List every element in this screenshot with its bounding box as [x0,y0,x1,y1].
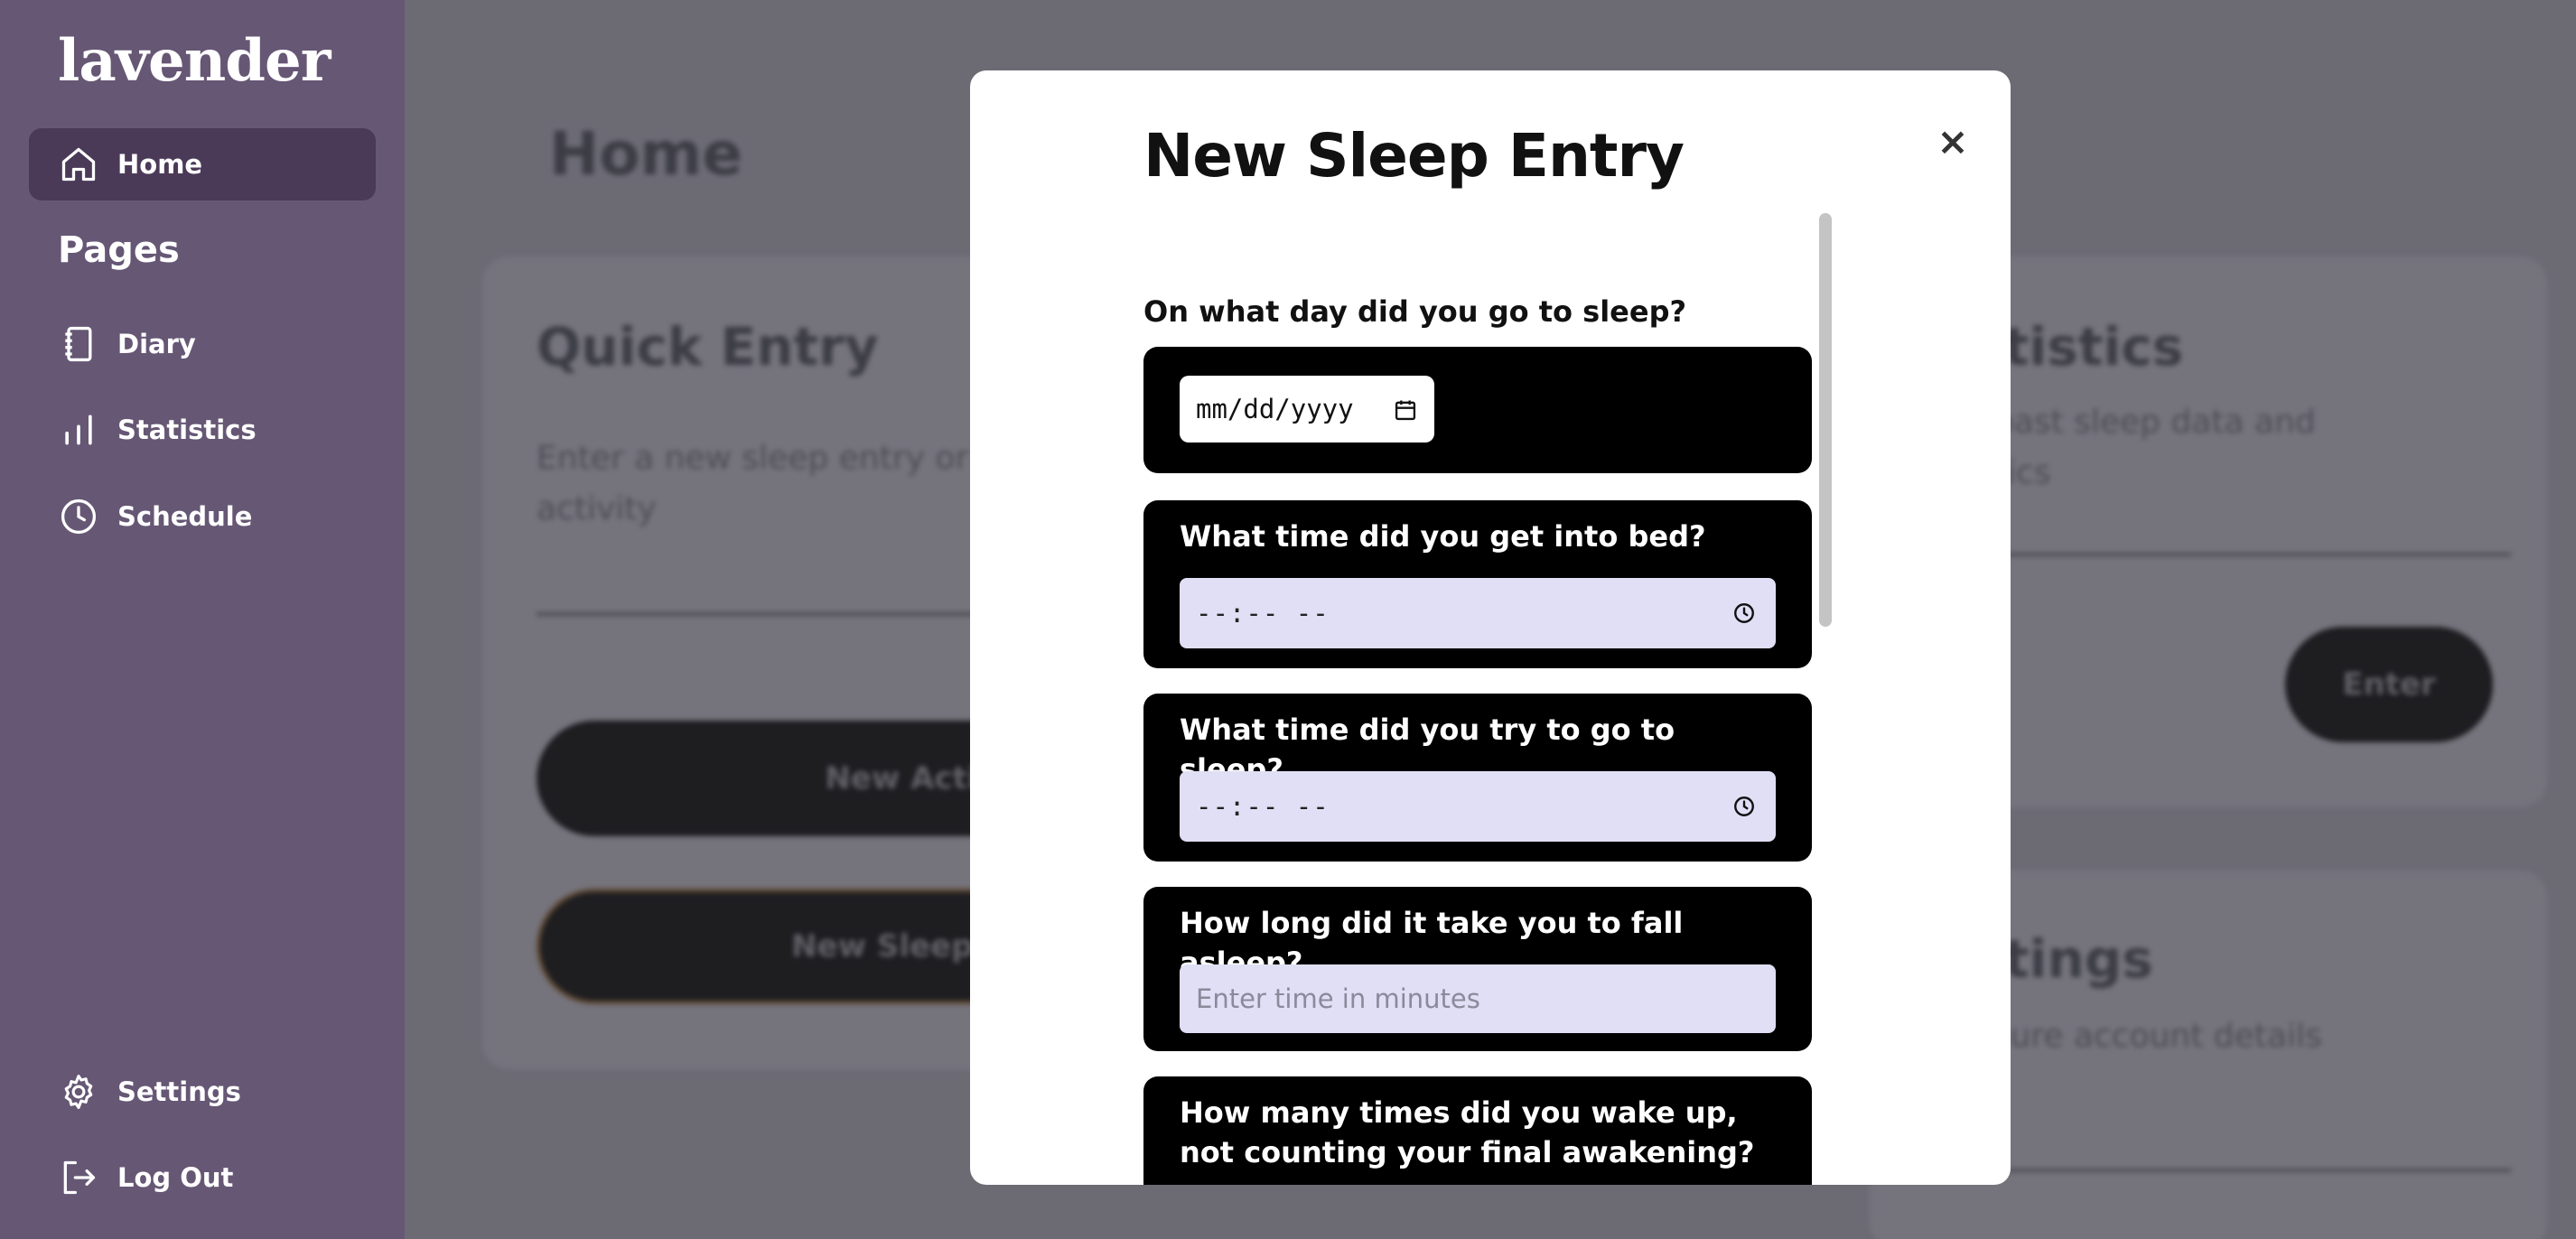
sidebar-item-label: Diary [117,329,196,359]
gear-icon [58,1071,99,1113]
sidebar-item-label: Schedule [117,501,253,532]
notebook-icon [58,323,99,365]
sidebar-item-home[interactable]: Home [29,128,376,200]
question-label: What time did you get into bed? [1180,519,1706,554]
sidebar-item-settings[interactable]: Settings [29,1056,376,1128]
question-card-awakenings: How many times did you wake up, not coun… [1143,1076,1812,1185]
modal-title: New Sleep Entry [1143,121,1685,191]
sidebar-item-diary[interactable]: Diary [29,308,376,380]
clock-icon [58,496,99,537]
input-placeholder: Enter time in minutes [1196,983,1480,1014]
sidebar-item-label: Settings [117,1076,241,1107]
sidebar: lavender Home Pages Diary Statistics Sch… [0,0,405,1239]
bar-chart-icon [58,409,99,451]
home-icon [58,144,99,185]
clock-icon[interactable] [1732,601,1756,625]
question-card-sleep-latency: How long did it take you to fall asleep?… [1143,887,1812,1051]
sidebar-item-logout[interactable]: Log Out [29,1141,376,1214]
date-question-label: On what day did you go to sleep? [1143,294,1687,329]
sidebar-item-schedule[interactable]: Schedule [29,480,376,553]
question-label: How many times did you wake up, not coun… [1180,1095,1755,1169]
date-card: mm/dd/yyyy [1143,347,1812,473]
question-card-bed-time: What time did you get into bed? --:-- -- [1143,500,1812,668]
app-logo[interactable]: lavender [58,27,331,95]
new-sleep-entry-modal: × New Sleep Entry On what day did you go… [970,70,2011,1185]
sidebar-item-statistics[interactable]: Statistics [29,394,376,466]
sleep-latency-input[interactable]: Enter time in minutes [1180,964,1776,1033]
pages-heading: Pages [58,229,180,271]
bed-time-input[interactable]: --:-- -- [1180,578,1776,648]
time-value: --:-- -- [1196,791,1330,822]
sidebar-item-label: Home [117,149,203,180]
modal-form[interactable]: On what day did you go to sleep? mm/dd/y… [1143,211,1812,1185]
sleep-attempt-time-input[interactable]: --:-- -- [1180,771,1776,842]
time-value: --:-- -- [1196,598,1330,629]
date-placeholder: mm/dd/yyyy [1196,394,1354,424]
sidebar-item-label: Log Out [117,1162,234,1193]
modal-scrollbar[interactable] [1819,213,1832,627]
sidebar-item-label: Statistics [117,415,257,445]
logout-icon [58,1157,99,1198]
clock-icon[interactable] [1732,795,1756,818]
question-card-sleep-attempt-time: What time did you try to go to sleep? --… [1143,694,1812,862]
calendar-icon[interactable] [1393,397,1418,423]
sleep-date-input[interactable]: mm/dd/yyyy [1180,376,1434,442]
close-icon[interactable]: × [1931,119,1974,163]
